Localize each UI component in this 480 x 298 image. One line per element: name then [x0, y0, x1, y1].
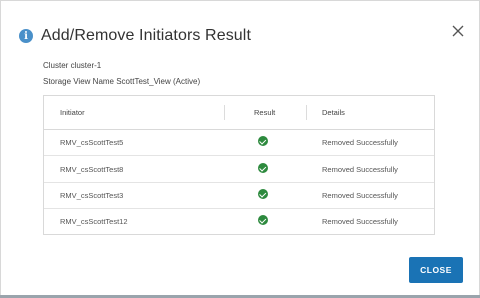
table-row: RMV_csScottTest12 Removed Successfully — [44, 208, 434, 234]
table-row: RMV_csScottTest3 Removed Successfully — [44, 182, 434, 209]
column-header-initiator: Initiator — [60, 108, 85, 117]
success-check-icon — [258, 189, 268, 199]
results-table: Initiator Result Details RMV_csScottTest… — [43, 95, 435, 235]
table-row: RMV_csScottTest8 Removed Successfully — [44, 156, 434, 183]
dialog-title: Add/Remove Initiators Result — [41, 27, 252, 44]
info-icon: i — [19, 29, 33, 43]
success-check-icon — [258, 163, 268, 173]
success-check-icon — [258, 215, 268, 225]
storage-view-label: Storage View Name ScottTest_View (Active… — [43, 77, 201, 86]
close-icon[interactable] — [452, 25, 464, 37]
details-cell: Removed Successfully — [322, 165, 398, 174]
initiator-cell: RMV_csScottTest12 — [60, 217, 128, 226]
initiator-cell: RMV_csScottTest8 — [60, 165, 124, 174]
result-dialog: i Add/Remove Initiators Result Cluster c… — [3, 3, 475, 294]
table-header: Initiator Result Details — [44, 96, 434, 130]
initiator-cell: RMV_csScottTest5 — [60, 138, 124, 147]
initiator-cell: RMV_csScottTest3 — [60, 191, 124, 200]
column-divider — [306, 105, 307, 120]
dialog-header: i Add/Remove Initiators Result — [19, 21, 459, 51]
details-cell: Removed Successfully — [322, 217, 398, 226]
cluster-label: Cluster cluster-1 — [43, 61, 102, 70]
details-cell: Removed Successfully — [322, 138, 398, 147]
column-header-result: Result — [254, 108, 276, 117]
table-row: RMV_csScottTest5 Removed Successfully — [44, 129, 434, 156]
details-cell: Removed Successfully — [322, 191, 398, 200]
column-header-details: Details — [322, 108, 345, 117]
success-check-icon — [258, 136, 268, 146]
column-divider — [224, 105, 225, 120]
close-button[interactable]: CLOSE — [409, 257, 463, 283]
